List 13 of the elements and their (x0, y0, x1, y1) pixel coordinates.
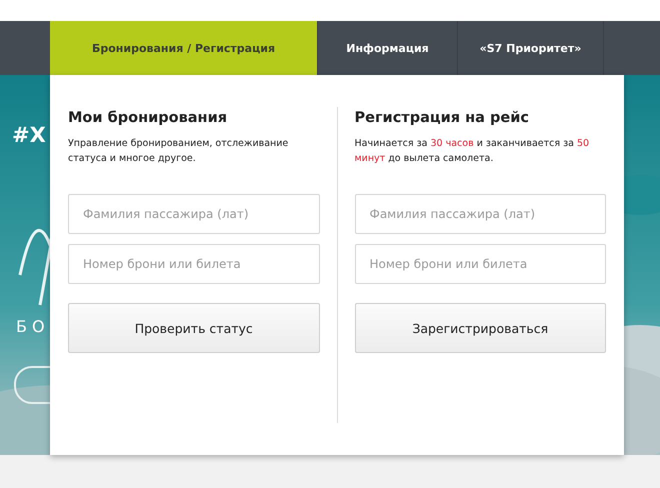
section-title: Регистрация на рейс (354, 110, 530, 126)
input-field[interactable]: Номер брони или билета (68, 244, 320, 284)
nav-tab[interactable]: Бронирования / Регистрация (50, 21, 318, 75)
input-field[interactable]: Фамилия пассажира (лат) (354, 194, 606, 234)
section-title: Мои бронирования (68, 110, 228, 126)
section-description: Управление бронированием, отслеживание статуса и многое другое. (68, 137, 290, 166)
submit-button[interactable]: Проверить статус (68, 303, 320, 353)
input-field[interactable]: Номер брони или билета (354, 244, 606, 284)
section-description: Начинается за 30 часов и заканчивается за 50 минут до вылета самолета. (354, 137, 590, 166)
input-field[interactable]: Фамилия пассажира (лат) (68, 194, 320, 234)
hero-hashtag: #Х (12, 123, 46, 147)
submit-button[interactable]: Зарегистрироваться (354, 303, 606, 353)
hero-subtitle: БО (16, 317, 50, 336)
